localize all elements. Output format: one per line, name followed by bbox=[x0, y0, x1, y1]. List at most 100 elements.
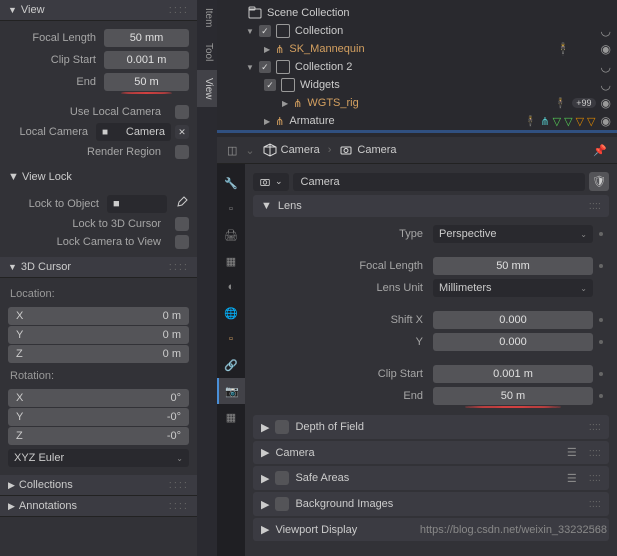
animate-dot[interactable] bbox=[599, 340, 603, 344]
props-tab-texture[interactable]: ▦ bbox=[217, 404, 245, 430]
drag-icon[interactable]: :::: bbox=[169, 500, 189, 512]
collection-checkbox[interactable] bbox=[259, 25, 271, 37]
props-tab-scene[interactable]: ◐ bbox=[217, 274, 245, 300]
datablock-name-input[interactable]: Camera bbox=[293, 173, 585, 191]
shift-y-input[interactable]: 0.000 bbox=[433, 333, 593, 351]
tab-item[interactable]: Item bbox=[197, 0, 217, 35]
drag-icon[interactable]: :::: bbox=[589, 421, 601, 433]
drag-icon[interactable]: :::: bbox=[589, 200, 601, 212]
lens-section-header[interactable]: ▼ Lens :::: bbox=[253, 195, 609, 217]
eye-icon[interactable]: ◡ bbox=[601, 60, 611, 74]
annotations-header[interactable]: ▶ Annotations :::: bbox=[0, 496, 197, 517]
use-local-camera-checkbox[interactable] bbox=[175, 105, 189, 119]
list-icon[interactable]: ☰ bbox=[567, 472, 577, 485]
chevron-down-icon[interactable]: ▼ bbox=[246, 63, 254, 72]
props-tab-tool[interactable]: 🔧 bbox=[217, 170, 245, 196]
eye-icon[interactable]: ◡ bbox=[601, 24, 611, 38]
fake-user-button[interactable]: 🛡 bbox=[589, 172, 609, 191]
chevron-right-icon[interactable]: ▶ bbox=[282, 99, 288, 108]
drag-icon[interactable]: :::: bbox=[589, 472, 601, 484]
clip-start-input[interactable]: 0.001 m bbox=[433, 365, 593, 383]
chevron-right-icon[interactable]: ▶ bbox=[264, 45, 270, 54]
eye-icon[interactable]: ◉ bbox=[601, 42, 611, 56]
lock-camera-view-checkbox[interactable] bbox=[175, 235, 189, 249]
bg-images-section-header[interactable]: ▶ Background Images :::: bbox=[253, 492, 609, 516]
props-tab-constraints[interactable]: 🔗 bbox=[217, 352, 245, 378]
props-tab-data[interactable]: 📷 bbox=[217, 378, 245, 404]
loc-x-input[interactable]: X0 m bbox=[8, 307, 189, 325]
rot-y-input[interactable]: Y-0° bbox=[8, 408, 189, 426]
eyedropper-icon[interactable] bbox=[173, 196, 189, 212]
shift-y-label: Y bbox=[253, 336, 433, 348]
outliner-item[interactable]: ▼ Collection ◡ bbox=[217, 22, 617, 40]
cursor-panel-header[interactable]: ▼ 3D Cursor :::: bbox=[0, 257, 197, 278]
outliner-item[interactable]: Widgets ◡ bbox=[217, 76, 617, 94]
outliner-item[interactable]: ▶ ⋔ SK_Mannequin 🕴 ◉ bbox=[217, 40, 617, 58]
props-tab-view[interactable]: ▦ bbox=[217, 248, 245, 274]
drag-icon[interactable]: :::: bbox=[169, 479, 189, 491]
eye-icon[interactable]: ◡ bbox=[601, 78, 611, 92]
props-tab-render[interactable]: ▫ bbox=[217, 196, 245, 222]
loc-z-input[interactable]: Z0 m bbox=[8, 345, 189, 363]
clip-end-input[interactable]: 50 m bbox=[104, 73, 189, 91]
render-region-checkbox[interactable] bbox=[175, 145, 189, 159]
eye-icon[interactable]: ◉ bbox=[601, 96, 611, 110]
drag-icon[interactable]: :::: bbox=[589, 447, 601, 459]
drag-icon[interactable]: :::: bbox=[589, 498, 601, 510]
chevron-right-icon[interactable]: ▶ bbox=[264, 117, 270, 126]
datablock-selector[interactable]: ⌄ bbox=[253, 173, 289, 191]
breadcrumb-object[interactable]: Camera bbox=[263, 143, 320, 157]
chevron-right-icon: ▶ bbox=[8, 501, 15, 512]
breadcrumb-data[interactable]: Camera bbox=[339, 143, 396, 157]
chevron-down-icon[interactable]: ▼ bbox=[246, 27, 254, 36]
props-tab-world[interactable]: 🌐 bbox=[217, 300, 245, 326]
outliner-item[interactable]: ▶ ⋔ WGTS_rig 🕴 +99 ◉ bbox=[217, 94, 617, 112]
animate-dot[interactable] bbox=[599, 394, 603, 398]
safe-areas-checkbox[interactable] bbox=[275, 471, 289, 485]
collection-checkbox[interactable] bbox=[264, 79, 276, 91]
lock-object-dropdown[interactable]: ■ bbox=[107, 195, 167, 213]
collections-header[interactable]: ▶ Collections :::: bbox=[0, 475, 197, 496]
unlink-button[interactable]: ✕ bbox=[175, 125, 189, 139]
tab-tool[interactable]: Tool bbox=[197, 35, 217, 69]
animate-dot[interactable] bbox=[599, 318, 603, 322]
drag-icon[interactable]: :::: bbox=[169, 4, 189, 16]
props-tab-output[interactable]: 🖨 bbox=[217, 222, 245, 248]
animate-dot[interactable] bbox=[599, 232, 603, 236]
clip-start-label: Clip Start bbox=[253, 368, 433, 380]
rot-x-input[interactable]: X0° bbox=[8, 389, 189, 407]
outliner-root[interactable]: Scene Collection bbox=[217, 4, 617, 22]
local-camera-dropdown[interactable]: ■ Camera bbox=[96, 123, 171, 141]
shift-x-input[interactable]: 0.000 bbox=[433, 311, 593, 329]
box-icon[interactable]: ◫ bbox=[227, 144, 237, 157]
eye-icon[interactable]: ◉ bbox=[601, 114, 611, 128]
list-icon[interactable]: ☰ bbox=[567, 446, 577, 459]
breadcrumb: ◫ ⌄ Camera › Camera 📌 bbox=[217, 137, 617, 164]
focal-length-input[interactable]: 50 mm bbox=[104, 29, 189, 47]
pin-icon[interactable]: 📌 bbox=[593, 144, 607, 157]
bg-images-checkbox[interactable] bbox=[275, 497, 289, 511]
focal-length-input[interactable]: 50 mm bbox=[433, 257, 593, 275]
dof-checkbox[interactable] bbox=[275, 420, 289, 434]
camera-section-header[interactable]: ▶ Camera ☰ :::: bbox=[253, 441, 609, 464]
outliner-item[interactable]: ▶ ⋔ Armature 🕴⋔▽▽▽▽ ◉ bbox=[217, 112, 617, 130]
lock-3d-cursor-checkbox[interactable] bbox=[175, 217, 189, 231]
dof-section-header[interactable]: ▶ Depth of Field :::: bbox=[253, 415, 609, 439]
safe-areas-section-header[interactable]: ▶ Safe Areas ☰ :::: bbox=[253, 466, 609, 490]
props-tab-object[interactable]: ▫ bbox=[217, 326, 245, 352]
loc-y-input[interactable]: Y0 m bbox=[8, 326, 189, 344]
tab-view[interactable]: View bbox=[197, 70, 217, 108]
clip-start-input[interactable]: 0.001 m bbox=[104, 51, 189, 69]
animate-dot[interactable] bbox=[599, 372, 603, 376]
rot-z-input[interactable]: Z-0° bbox=[8, 427, 189, 445]
type-dropdown[interactable]: Perspective⌄ bbox=[433, 225, 593, 243]
clip-end-input[interactable]: 50 m bbox=[433, 387, 593, 405]
collection-checkbox[interactable] bbox=[259, 61, 271, 73]
view-lock-header[interactable]: ▼ View Lock bbox=[0, 167, 197, 187]
drag-icon[interactable]: :::: bbox=[169, 261, 189, 273]
rotation-mode-dropdown[interactable]: XYZ Euler⌄ bbox=[8, 449, 189, 467]
lens-unit-dropdown[interactable]: Millimeters⌄ bbox=[433, 279, 593, 297]
animate-dot[interactable] bbox=[599, 264, 603, 268]
view-panel-header[interactable]: ▼ View :::: bbox=[0, 0, 197, 21]
outliner-item[interactable]: ▼ Collection 2 ◡ bbox=[217, 58, 617, 76]
